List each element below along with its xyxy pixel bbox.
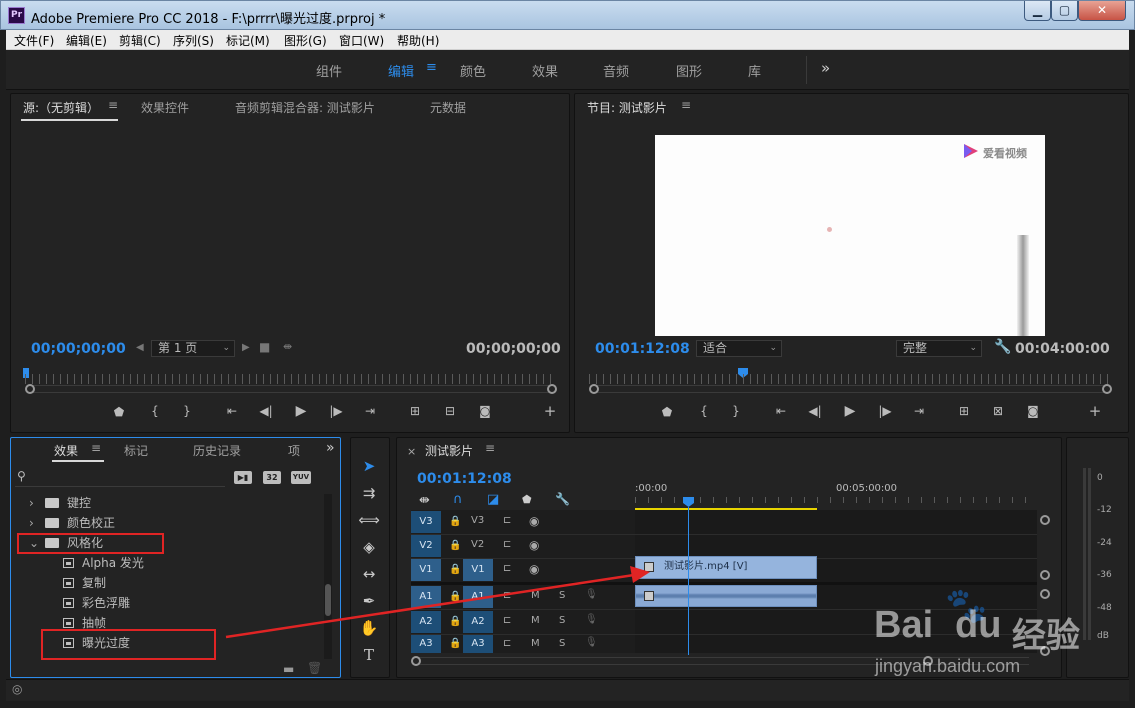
- baidu-logo-text-1: Bai: [874, 604, 934, 646]
- arrow-head: [630, 566, 650, 583]
- baidu-brand-text: 经验: [1012, 616, 1080, 656]
- baidu-url-text: jingyan.baidu.com: [875, 656, 1021, 676]
- arrow-shaft: [225, 573, 635, 639]
- baidu-watermark: Bai 🐾 du 经验 jingyan.baidu.com: [870, 586, 1130, 690]
- baidu-logo-text-2: du: [955, 604, 1002, 646]
